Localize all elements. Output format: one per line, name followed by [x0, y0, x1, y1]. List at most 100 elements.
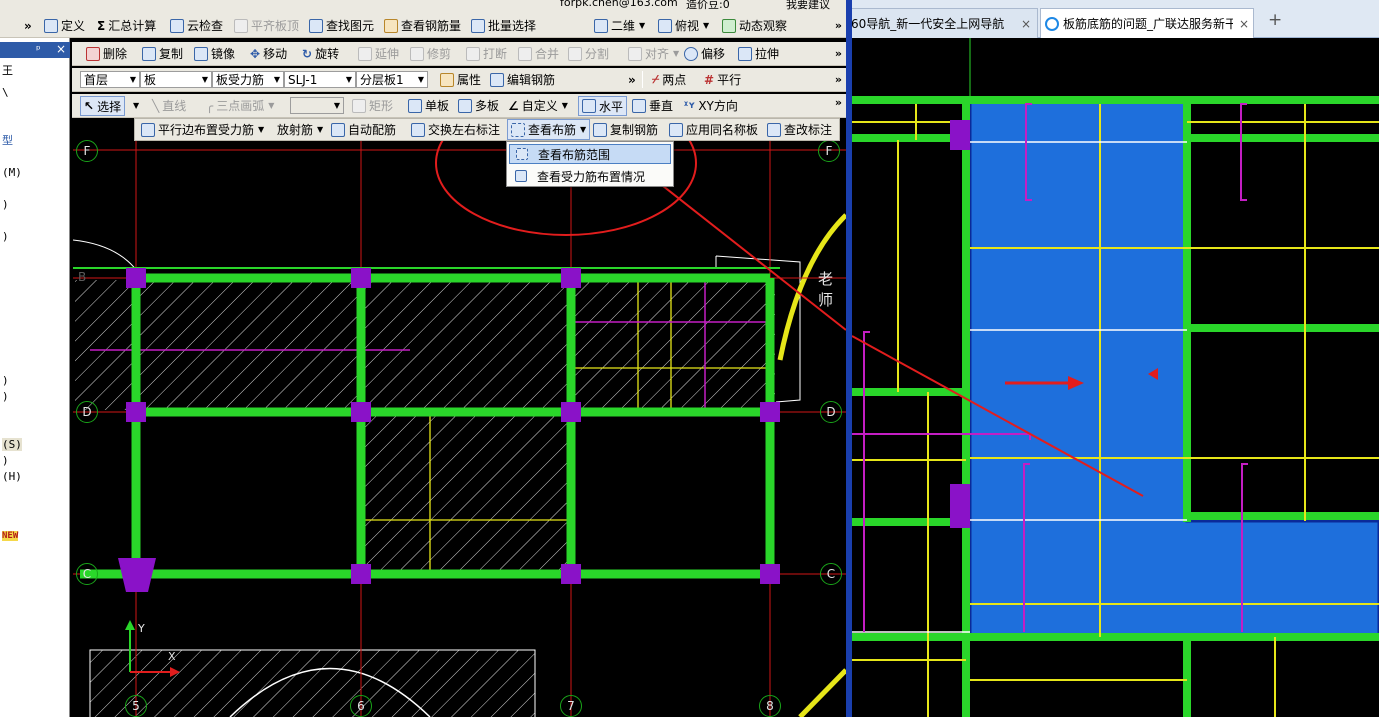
sigma-icon: Σ: [97, 18, 106, 33]
tree-row[interactable]: ): [2, 230, 9, 243]
rotate-icon: ↻: [302, 46, 313, 61]
apply-same-button[interactable]: 应用同名称板: [669, 119, 758, 140]
chevron-down-icon: ▼: [201, 75, 208, 84]
parallel-button[interactable]: # 平行: [704, 68, 741, 91]
trim-button[interactable]: 修剪: [410, 42, 451, 65]
batch-select-button[interactable]: 批量选择: [471, 14, 536, 37]
rotate-button[interactable]: ↻ 旋转: [302, 42, 339, 65]
pin-icon[interactable]: ᵖ: [36, 43, 41, 56]
parallel-icon: #: [704, 72, 715, 87]
copy-button[interactable]: 复制: [142, 42, 183, 65]
single-slab-button[interactable]: 单板: [408, 94, 449, 117]
tree-row[interactable]: \: [2, 86, 9, 99]
tree-row[interactable]: (S): [2, 438, 22, 451]
stretch-button[interactable]: 拉伸: [738, 42, 779, 65]
close-icon[interactable]: ×: [56, 42, 66, 56]
dynamic-observe-button[interactable]: 动态观察: [722, 14, 787, 37]
category-select[interactable]: 板 ▼: [140, 71, 212, 88]
tree-row[interactable]: ): [2, 390, 9, 403]
tree-row[interactable]: 型: [2, 132, 13, 148]
arc-element: [798, 668, 846, 717]
arc-param-select[interactable]: ▼: [290, 97, 344, 114]
name-select[interactable]: SLJ-1 ▼: [284, 71, 356, 88]
layer-select[interactable]: 分层板1 ▼: [356, 71, 428, 88]
rect-button[interactable]: 矩形: [352, 94, 393, 117]
line-button[interactable]: ╲ 直线: [152, 94, 186, 117]
top-view-dropdown[interactable]: 俯视 ▼: [658, 14, 709, 37]
cad-app: » 定义 Σ 汇总计算 云检查 平齐板顶 查找图元 查看钢筋量 批量选择 二维 ▼ …: [0, 0, 846, 717]
multi-slab-button[interactable]: 多板: [458, 94, 499, 117]
tree-row[interactable]: (H): [2, 470, 22, 483]
close-icon[interactable]: ×: [1021, 17, 1031, 31]
horizontal-icon: [582, 99, 596, 113]
floor-select[interactable]: 首层 ▼: [80, 71, 140, 88]
slab-hatch[interactable]: [360, 412, 572, 574]
radial-dropdown[interactable]: 放射筋 ▼: [277, 119, 323, 140]
y-axis-label: Y: [138, 622, 145, 635]
cloud-check-button[interactable]: 云检查: [170, 14, 223, 37]
account-email: forpk.chen@163.com: [560, 0, 678, 9]
merge-button[interactable]: 合并: [518, 42, 559, 65]
slab-hatch[interactable]: [75, 280, 775, 410]
tree-row[interactable]: ): [2, 374, 9, 387]
extend-button[interactable]: 延伸: [358, 42, 399, 65]
chevron-down-icon: ▼: [129, 75, 136, 84]
2d-view-dropdown[interactable]: 二维 ▼: [594, 14, 645, 37]
property-icon: [440, 72, 454, 87]
custom-dropdown[interactable]: ∠ 自定义 ▼: [508, 94, 568, 117]
offset-button[interactable]: 偏移: [684, 42, 725, 65]
edit-rebar-button[interactable]: 编辑钢筋: [490, 68, 555, 91]
type-select[interactable]: 板受力筋 ▼: [212, 71, 284, 88]
split-button[interactable]: 分割: [568, 42, 609, 65]
suggest-link[interactable]: 我要建议: [786, 0, 830, 12]
toolbar-overflow[interactable]: »: [835, 47, 842, 60]
sum-calc-button[interactable]: Σ 汇总计算: [97, 14, 156, 37]
arc-icon: ╭: [206, 98, 214, 113]
swap-labels-button[interactable]: 交换左右标注: [411, 119, 500, 140]
view-layout-dropdown[interactable]: 查看布筋 ▼: [507, 119, 591, 140]
browser-tabbar: 60导航_新一代安全上网导航 × 板筋底筋的问题_广联达服务新干 × +: [852, 0, 1379, 38]
browser-tab-active[interactable]: 板筋底筋的问题_广联达服务新干 ×: [1040, 8, 1254, 38]
tree-row[interactable]: (M): [2, 166, 22, 179]
orbit-icon: [722, 18, 736, 33]
property-button[interactable]: 属性: [440, 68, 481, 91]
find-element-button[interactable]: 查找图元: [309, 14, 374, 37]
check-label-button[interactable]: 查改标注: [767, 119, 832, 140]
new-tab-button[interactable]: +: [1268, 10, 1282, 30]
toolbar-overflow[interactable]: »: [628, 68, 636, 91]
cloud-check-icon: [170, 18, 184, 33]
align-dropdown[interactable]: 对齐 ▼: [628, 42, 679, 65]
toolbar-overflow[interactable]: »: [835, 19, 842, 32]
chevron-down-icon: ▼: [333, 101, 340, 110]
browser-tab[interactable]: 60导航_新一代安全上网导航 ×: [852, 8, 1038, 38]
define-button[interactable]: 定义: [44, 14, 85, 37]
toolbar-overflow-left[interactable]: »: [24, 14, 32, 37]
two-points-button[interactable]: ⌿ 两点: [652, 68, 686, 91]
cad-canvas[interactable]: [73, 118, 846, 717]
break-button[interactable]: 打断: [466, 42, 507, 65]
move-button[interactable]: ✥ 移动: [250, 42, 287, 65]
select-button[interactable]: ↖ 选择: [80, 96, 126, 116]
select-dropdown[interactable]: ▼: [132, 94, 139, 117]
tree-row[interactable]: 王: [2, 62, 13, 78]
view-rebar-qty-button[interactable]: 查看钢筋量: [384, 14, 461, 37]
main-toolbar: » 定义 Σ 汇总计算 云检查 平齐板顶 查找图元 查看钢筋量 批量选择 二维 ▼ …: [0, 14, 846, 38]
toolbar-overflow-2[interactable]: »: [835, 73, 842, 86]
tree-row[interactable]: ): [2, 198, 9, 211]
horizontal-button[interactable]: 水平: [578, 96, 628, 116]
vertical-button[interactable]: 垂直: [632, 94, 673, 117]
mirror-button[interactable]: 镜像: [194, 42, 235, 65]
copy-rebar-button[interactable]: 复制钢筋: [593, 119, 658, 140]
delete-button[interactable]: 删除: [86, 42, 127, 65]
trim-icon: [410, 46, 424, 61]
auto-layout-button[interactable]: 自动配筋: [331, 119, 396, 140]
xy-direction-button[interactable]: ᵡʏ XY方向: [684, 94, 738, 117]
toolbar-overflow[interactable]: »: [835, 96, 842, 109]
close-icon[interactable]: ×: [1239, 17, 1249, 31]
align-top-button[interactable]: 平齐板顶: [234, 14, 299, 37]
menu-item-view-range[interactable]: 查看布筋范围: [509, 144, 671, 164]
menu-item-view-layout-status[interactable]: 查看受力筋布置情况: [509, 166, 671, 186]
parallel-edge-dropdown[interactable]: 平行边布置受力筋 ▼: [141, 119, 264, 140]
arc3-button[interactable]: ╭ 三点画弧 ▼: [206, 94, 274, 117]
tree-row[interactable]: ): [2, 454, 9, 467]
